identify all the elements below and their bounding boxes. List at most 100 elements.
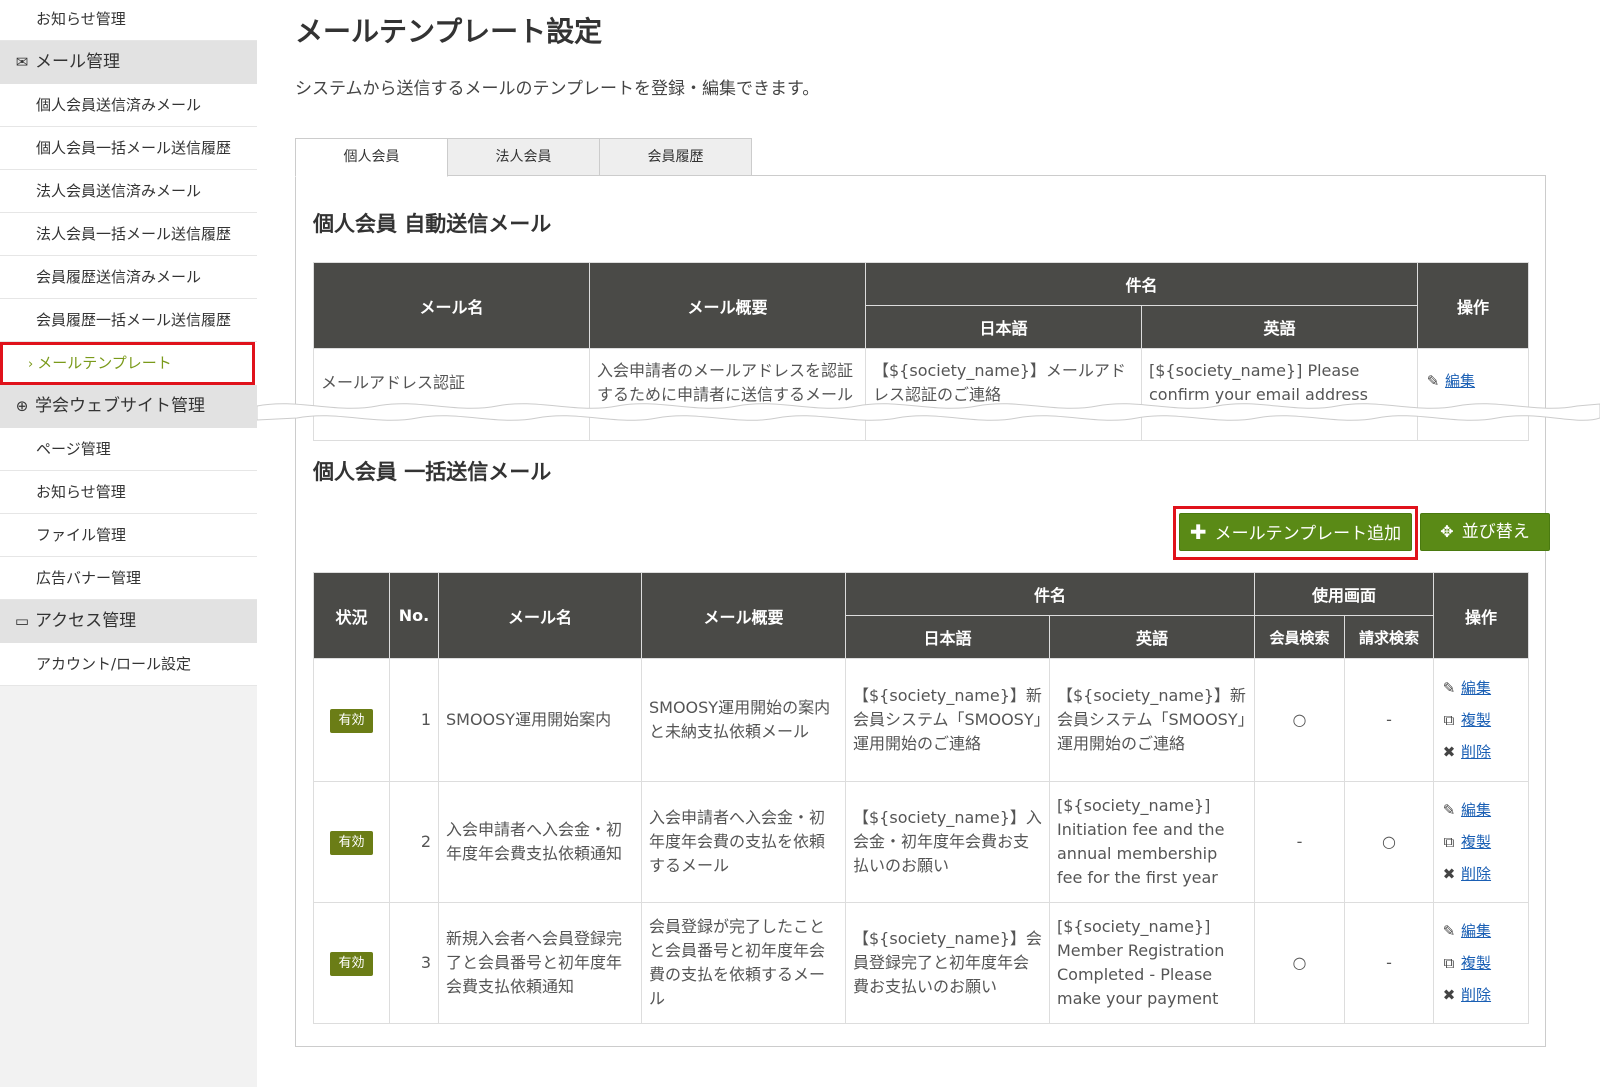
sidebar-item-corporate-bulk-history[interactable]: 法人会員一括メール送信履歴 [0, 213, 257, 256]
pencil-icon: ✎ [1442, 679, 1456, 697]
table-cell-summary: 会員登録が完了したことと会員番号と初年度年会費の支払を依頼するメール [641, 902, 846, 1024]
header-en: 英語 [1140, 305, 1419, 349]
table-cell-subject-en: 【${society_name}】新会員システム「SMOOSY」運用開始のご連絡 [1048, 658, 1256, 782]
header-summary: メール概要 [589, 262, 866, 349]
table-cell-billing-search: - [1344, 658, 1435, 782]
auto-section-title: 個人会員 自動送信メール [313, 212, 552, 236]
sort-button[interactable]: ✥ 並び替え [1420, 513, 1550, 551]
header-subject: 件名 [864, 262, 1419, 306]
copy-link-label[interactable]: 複製 [1461, 833, 1491, 851]
sidebar-section-mail[interactable]: ✉ メール管理 [0, 41, 257, 84]
sidebar-item-notice-web[interactable]: お知らせ管理 [0, 471, 257, 514]
sidebar-item-personal-sent[interactable]: 個人会員送信済みメール [0, 84, 257, 127]
tab-history[interactable]: 会員履歴 [599, 138, 752, 176]
content-break-wave [257, 403, 1600, 421]
header-subject: 件名 [844, 572, 1256, 616]
copy-icon: ⧉ [1443, 954, 1455, 972]
sidebar-item-personal-bulk-history[interactable]: 個人会員一括メール送信履歴 [0, 127, 257, 170]
copy-link[interactable]: ⧉ 複製 [1441, 704, 1521, 736]
page-title: メールテンプレート設定 [295, 15, 603, 48]
pencil-icon: ✎ [1442, 801, 1456, 819]
table-row: 有効 2 入会申請者へ入会金・初年度年会費支払依頼通知 入会申請者へ入会金・初年… [313, 781, 1530, 903]
edit-link-label[interactable]: 編集 [1461, 801, 1491, 819]
table-row: 有効 3 新規入会者へ会員登録完了と会員番号と初年度年会費支払依頼通知 会員登録… [313, 902, 1530, 1024]
close-icon: ✖ [1442, 986, 1456, 1004]
header-status: 状況 [313, 572, 390, 659]
edit-link[interactable]: ✎ 編集 [1441, 794, 1521, 826]
sidebar-item-label: メールテンプレート [37, 354, 172, 372]
move-icon: ✥ [1440, 522, 1454, 541]
table-cell-no: 1 [389, 658, 439, 782]
sidebar-item-corporate-sent[interactable]: 法人会員送信済みメール [0, 170, 257, 213]
table-cell-no: 2 [389, 781, 439, 903]
edit-link-label[interactable]: 編集 [1461, 679, 1491, 697]
delete-link-label[interactable]: 削除 [1461, 986, 1491, 1004]
header-no: No. [389, 572, 439, 659]
copy-icon: ⧉ [1443, 711, 1455, 729]
table-cell-billing-search: - [1344, 902, 1435, 1024]
table-cell-ops: ✎ 編集 ⧉ 複製 ✖ 削除 [1433, 902, 1530, 1024]
page-description: システムから送信するメールのテンプレートを登録・編集できます。 [295, 79, 820, 99]
delete-link-label[interactable]: 削除 [1461, 743, 1491, 761]
close-icon: ✖ [1442, 865, 1456, 883]
edit-link-label[interactable]: 編集 [1445, 372, 1475, 390]
sidebar-section-label: アクセス管理 [35, 611, 137, 631]
copy-link[interactable]: ⧉ 複製 [1441, 826, 1521, 858]
status-badge: 有効 [330, 831, 373, 855]
table-cell-member-search: - [1254, 781, 1346, 903]
header-member-search: 会員検索 [1254, 615, 1346, 659]
sidebar-item-mail-template[interactable]: › メールテンプレート [0, 342, 255, 385]
table-cell-status: 有効 [313, 781, 390, 903]
table-cell-mail-name: 入会申請者へ入会金・初年度年会費支払依頼通知 [438, 781, 642, 903]
delete-link[interactable]: ✖ 削除 [1441, 858, 1521, 890]
header-summary: メール概要 [641, 572, 846, 659]
table-cell-billing-search: ○ [1344, 781, 1435, 903]
edit-link[interactable]: ✎ 編集 [1441, 915, 1521, 947]
tab-personal[interactable]: 個人会員 [295, 138, 448, 177]
sidebar-item-pages[interactable]: ページ管理 [0, 428, 257, 471]
close-icon: ✖ [1442, 743, 1456, 761]
tab-corporate[interactable]: 法人会員 [447, 138, 600, 176]
copy-link-label[interactable]: 複製 [1461, 711, 1491, 729]
table-cell-member-search: ○ [1254, 902, 1346, 1024]
sidebar-menu: お知らせ管理 ✉ メール管理 個人会員送信済みメール 個人会員一括メール送信履歴 … [0, 0, 257, 686]
sidebar-item-history-bulk-history[interactable]: 会員履歴一括メール送信履歴 [0, 299, 257, 342]
main-content: メールテンプレート設定 システムから送信するメールのテンプレートを登録・編集でき… [257, 0, 1600, 1087]
table-cell-no: 3 [389, 902, 439, 1024]
pencil-icon: ✎ [1442, 922, 1456, 940]
delete-link[interactable]: ✖ 削除 [1441, 736, 1521, 768]
header-usage: 使用画面 [1254, 572, 1435, 616]
bulk-section-title: 個人会員 一括送信メール [313, 460, 552, 484]
sidebar-section-access[interactable]: ▭ アクセス管理 [0, 600, 257, 643]
header-ops: 操作 [1417, 262, 1530, 349]
table-cell-summary: 入会申請者へ入会金・初年度年会費の支払を依頼するメール [641, 781, 846, 903]
edit-link-label[interactable]: 編集 [1461, 922, 1491, 940]
sidebar-item-history-sent[interactable]: 会員履歴送信済みメール [0, 256, 257, 299]
table-cell-subject-ja: 【${society_name}】入会金・初年度年会費お支払いのお願い [845, 781, 1050, 903]
header-ja: 日本語 [845, 615, 1050, 659]
copy-link-label[interactable]: 複製 [1461, 954, 1491, 972]
mail-icon: ✉ [15, 53, 29, 71]
add-mail-template-button[interactable]: ✚ メールテンプレート追加 [1179, 513, 1412, 551]
delete-link-label[interactable]: 削除 [1461, 865, 1491, 883]
edit-link[interactable]: ✎ 編集 [1441, 672, 1521, 704]
header-mail-name: メール名 [438, 572, 642, 659]
header-billing-search: 請求検索 [1344, 615, 1435, 659]
sidebar-section-website[interactable]: ⊕ 学会ウェブサイト管理 [0, 385, 257, 428]
copy-link[interactable]: ⧉ 複製 [1441, 947, 1521, 979]
sidebar-item-account-roles[interactable]: アカウント/ロール設定 [0, 643, 257, 686]
sidebar-section-label: メール管理 [35, 52, 120, 72]
sidebar-item-notice[interactable]: お知らせ管理 [0, 0, 257, 41]
table-cell-ops: ✎ 編集 ⧉ 複製 ✖ 削除 [1433, 658, 1530, 782]
sidebar-item-banners[interactable]: 広告バナー管理 [0, 557, 257, 600]
delete-link[interactable]: ✖ 削除 [1441, 979, 1521, 1011]
sidebar-item-files[interactable]: ファイル管理 [0, 514, 257, 557]
header-ja: 日本語 [865, 305, 1142, 349]
table-cell-mail-name: SMOOSY運用開始案内 [438, 658, 642, 782]
header-mail-name: メール名 [313, 262, 590, 349]
plus-icon: ✚ [1189, 520, 1207, 544]
status-badge: 有効 [330, 709, 373, 733]
table-cell-summary: SMOOSY運用開始の案内と未納支払依頼メール [641, 658, 846, 782]
sidebar: お知らせ管理 ✉ メール管理 個人会員送信済みメール 個人会員一括メール送信履歴 … [0, 0, 257, 1087]
table-row: 有効 1 SMOOSY運用開始案内 SMOOSY運用開始の案内と未納支払依頼メー… [313, 658, 1530, 782]
